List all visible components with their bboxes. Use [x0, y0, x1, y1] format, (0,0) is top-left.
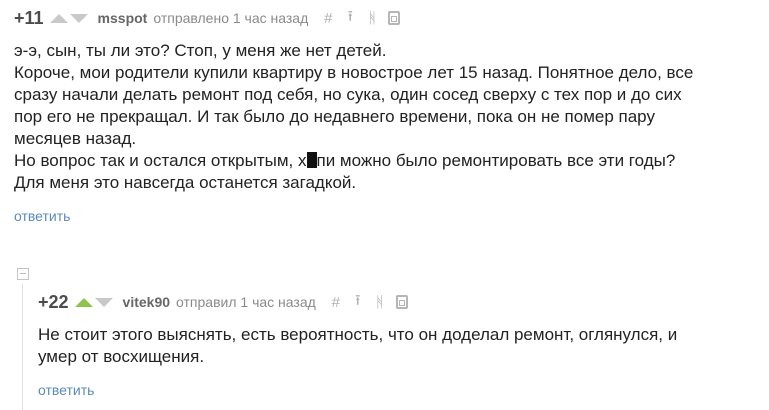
- comment-line: Для меня это навсегда останется загадкой…: [14, 173, 357, 192]
- upvote-icon[interactable]: [49, 13, 68, 23]
- comment-line: Но вопрос так и остался открытым, х пи мо…: [14, 150, 762, 172]
- comment-line: э-э, сын, ты ли это? Стоп, у меня же нет…: [14, 41, 387, 60]
- line-prefix: Но вопрос так и остался открытым, х: [14, 151, 307, 170]
- hash-link-icon[interactable]: #: [320, 9, 336, 27]
- reply-comment: +22 vitek90 отправил 1 час назад # ⭱ ᚻ Н…: [38, 290, 762, 400]
- comment-line: сразу начали делать ремонт под себя, но …: [14, 85, 682, 104]
- timestamp[interactable]: отправлено 1 час назад: [153, 10, 308, 26]
- comment-header: +22 vitek90 отправил 1 час назад # ⭱ ᚻ: [38, 290, 762, 314]
- author-name[interactable]: vitek90: [123, 294, 170, 310]
- thread-line[interactable]: [22, 284, 23, 410]
- parent-arrow-icon[interactable]: ⭱: [350, 292, 366, 311]
- censor-block: [306, 152, 317, 168]
- line-suffix: пи можно было ремонтировать все эти годы…: [316, 151, 676, 170]
- comment-line: пор его не прекращал. И так было до неда…: [14, 107, 655, 126]
- downvote-icon[interactable]: [69, 13, 88, 23]
- comment-line: Не стоит этого выяснять, есть вероятност…: [38, 325, 678, 344]
- save-icon[interactable]: [386, 9, 402, 27]
- comment-line: Короче, мои родители купили квартиру в н…: [14, 63, 694, 82]
- hash-link-icon[interactable]: #: [328, 293, 344, 311]
- reply-link[interactable]: ответить: [38, 382, 94, 398]
- comment-header: +11 msspot отправлено 1 час назад # ⭱ ᚻ: [14, 6, 762, 30]
- reply-link[interactable]: ответить: [14, 208, 70, 224]
- timestamp[interactable]: отправил 1 час назад: [176, 294, 316, 310]
- branch-icon[interactable]: ᚻ: [364, 9, 380, 27]
- downvote-icon[interactable]: [94, 297, 113, 307]
- author-name[interactable]: msspot: [98, 10, 148, 26]
- comment-line: месяцев назад.: [14, 129, 137, 148]
- comment-text: э-э, сын, ты ли это? Стоп, у меня же нет…: [14, 40, 762, 194]
- upvote-icon[interactable]: [74, 297, 93, 307]
- save-icon[interactable]: [394, 293, 410, 311]
- collapse-thread-icon[interactable]: [17, 268, 29, 280]
- comment: +11 msspot отправлено 1 час назад # ⭱ ᚻ …: [14, 6, 762, 226]
- comment-line: умер от восхищения.: [38, 347, 205, 366]
- rating-count: +11: [14, 7, 44, 28]
- parent-arrow-icon[interactable]: ⭱: [342, 8, 358, 27]
- comment-text: Не стоит этого выяснять, есть вероятност…: [38, 324, 762, 368]
- branch-icon[interactable]: ᚻ: [372, 293, 388, 311]
- rating-count: +22: [38, 291, 69, 312]
